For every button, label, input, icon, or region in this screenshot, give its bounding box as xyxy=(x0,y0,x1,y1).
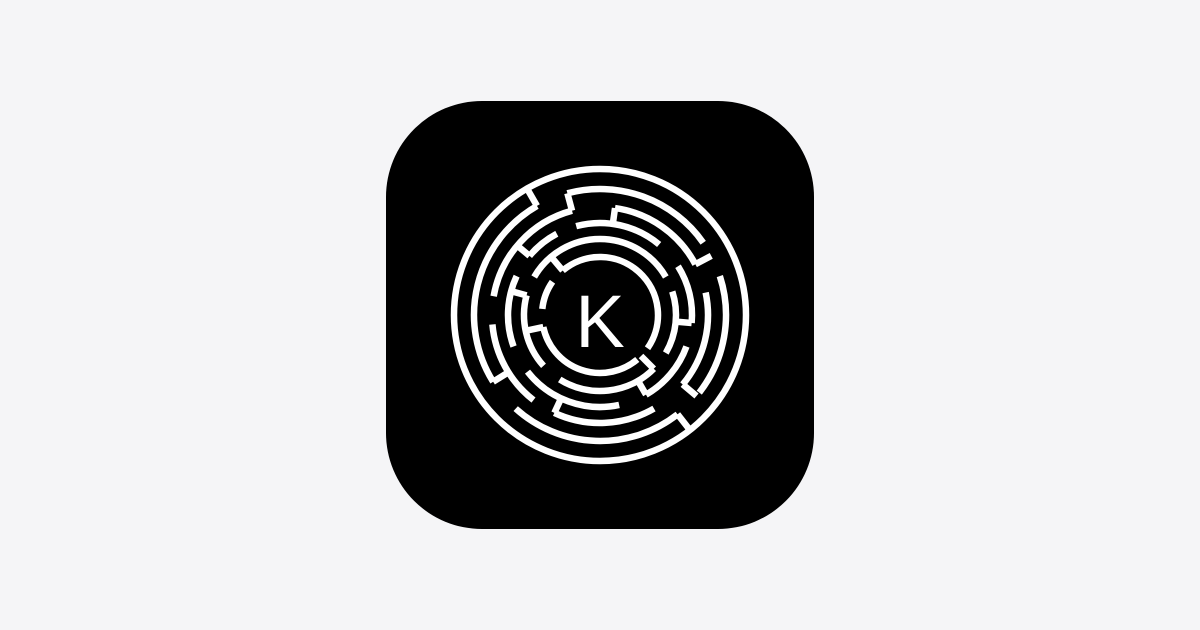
logo-letter: K xyxy=(575,280,624,363)
maze-connector xyxy=(609,207,619,225)
maze-connector xyxy=(564,192,576,212)
maze-connector xyxy=(675,318,692,327)
page-canvas: K xyxy=(0,0,1200,630)
maze-connector xyxy=(510,288,528,299)
maze-icon: K xyxy=(386,101,814,529)
maze-connector xyxy=(524,323,544,334)
app-icon: K xyxy=(386,101,814,529)
